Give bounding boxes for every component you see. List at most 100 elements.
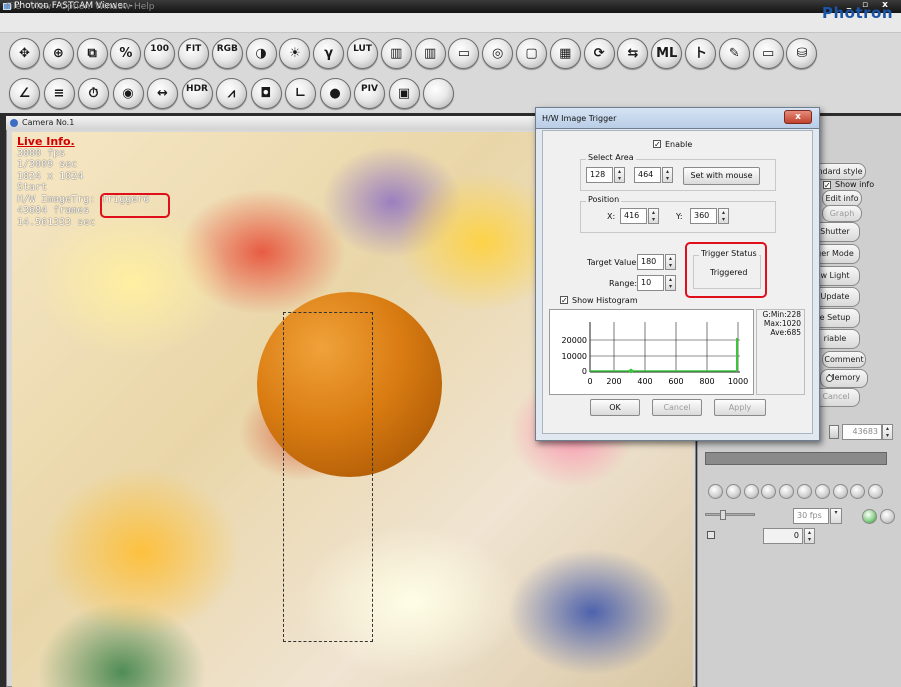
speed-slider[interactable] — [705, 513, 755, 516]
reset-bars-icon[interactable]: ▥ — [414, 38, 446, 69]
next-fast-icon[interactable] — [814, 484, 830, 499]
distance-icon[interactable]: ↔ — [147, 78, 178, 109]
standard-style-button[interactable]: ndard style — [814, 163, 866, 180]
refresh-icon[interactable]: ⟳ — [583, 38, 615, 69]
live-info-mode: Start — [17, 182, 48, 193]
prev-fast-icon[interactable] — [725, 484, 741, 499]
histogram-x-tick-800: 800 — [699, 377, 714, 386]
comment-button[interactable]: Comment — [822, 351, 866, 368]
display-icon[interactable]: ▭ — [752, 38, 784, 69]
last-frame-icon[interactable] — [832, 484, 848, 499]
range-label: Range: — [609, 279, 638, 288]
menu-window[interactable]: Window — [95, 2, 131, 12]
histogram-stats: G:Min:228 Max:1020 Ave:685 — [756, 309, 805, 395]
pen-icon[interactable]: ✎ — [718, 38, 750, 69]
histogram-x-tick-0: 0 — [587, 377, 592, 386]
frame-icon[interactable]: ▢ — [516, 38, 547, 69]
histogram-x-tick-1000: 1000 — [728, 377, 748, 386]
range-spinner[interactable]: ▴ ▾ — [665, 275, 676, 291]
angle-icon[interactable]: ∠ — [9, 78, 40, 109]
apply-button[interactable]: Apply — [714, 399, 766, 416]
frame-slider-thumb[interactable] — [829, 425, 839, 439]
range-field[interactable]: 10 — [637, 275, 664, 291]
enable-checkbox[interactable]: ✓ — [653, 140, 661, 149]
menu-help[interactable]: Help — [134, 2, 155, 12]
graph-icon[interactable]: ∟ — [285, 78, 316, 109]
select-area-label: Select Area — [586, 153, 636, 162]
piv-icon[interactable]: PIV — [354, 78, 385, 109]
pos-x-field[interactable]: 416 — [620, 208, 647, 224]
frame-spinner[interactable]: ▴ ▾ — [882, 424, 893, 440]
pos-x-label: X: — [607, 212, 616, 221]
dialog-title-bar: H/W Image Trigger — [535, 107, 820, 129]
lut-reset-icon[interactable]: LUT — [347, 38, 378, 69]
contrast-icon[interactable]: ◑ — [245, 38, 277, 69]
menu-view[interactable]: View — [30, 2, 51, 12]
ok-button[interactable]: OK — [590, 399, 640, 416]
offset-field[interactable]: 0 — [763, 528, 803, 544]
area-x-spinner[interactable]: ▴ ▾ — [614, 167, 625, 183]
clip-icon[interactable]: ⧉ — [76, 38, 108, 69]
trigger-area-rectangle[interactable] — [283, 312, 373, 642]
show-info-label: Show info — [835, 180, 875, 189]
pos-x-spinner[interactable]: ▴ ▾ — [648, 208, 659, 224]
zoom-100-icon[interactable]: 100 — [144, 38, 176, 69]
rgb-icon[interactable]: RGB — [211, 38, 243, 69]
camera-icon — [10, 119, 18, 127]
area-x-field[interactable]: 128 — [586, 167, 613, 183]
histogram-y-tick-20000: 20000 — [562, 336, 587, 345]
record-icon[interactable]: ◉ — [112, 78, 144, 109]
target-value-field[interactable]: 180 — [637, 254, 664, 270]
gamma-icon[interactable]: γ — [313, 38, 345, 69]
offset-spinner[interactable]: ▴ ▾ — [804, 528, 815, 544]
dot-icon[interactable]: ● — [319, 78, 351, 109]
pos-y-field[interactable]: 360 — [690, 208, 717, 224]
show-info-checkbox[interactable]: ✓ — [823, 181, 831, 190]
dialog-title: H/W Image Trigger — [542, 114, 617, 123]
loop-stop-icon[interactable] — [880, 509, 895, 524]
first-frame-icon[interactable] — [708, 484, 723, 499]
next-icon[interactable] — [797, 484, 812, 499]
fps-dropdown-arrow[interactable]: ▾ — [830, 508, 842, 524]
live-info-fps: 3000 fps — [17, 147, 66, 159]
playback-progress-bar[interactable] — [705, 452, 887, 465]
fit-icon[interactable]: FIT — [178, 38, 209, 69]
level-icon[interactable]: ≡ — [43, 78, 75, 109]
memory-radio[interactable] — [826, 375, 833, 382]
show-histogram-checkbox[interactable]: ✓ — [560, 296, 568, 305]
cancel-button[interactable]: Cancel — [652, 399, 702, 416]
set-with-mouse-button[interactable]: Set with mouse — [683, 167, 760, 185]
hdr-icon[interactable]: HDR — [181, 78, 213, 109]
timer-icon[interactable]: ⏱ — [78, 78, 109, 109]
pos-y-label: Y: — [676, 212, 683, 221]
show-histogram-label: Show Histogram — [572, 296, 638, 305]
loop-play-icon[interactable] — [862, 509, 877, 524]
target-value-spinner[interactable]: ▴ ▾ — [665, 254, 676, 270]
menu-option[interactable]: Option — [60, 2, 90, 12]
move-icon[interactable]: ✥ — [9, 38, 40, 69]
panel-icon[interactable]: ▣ — [388, 78, 420, 109]
pos-y-spinner[interactable]: ▴ ▾ — [718, 208, 729, 224]
camera-icon[interactable]: ◘ — [250, 78, 282, 109]
option-checkbox[interactable] — [707, 531, 715, 539]
zoom-icon[interactable]: ⊕ — [42, 38, 74, 69]
camera-title: Camera No.1 — [22, 118, 75, 127]
menu-file[interactable]: File — [6, 2, 21, 12]
multi-lock-icon[interactable]: ML — [651, 38, 683, 69]
speed-slider-thumb[interactable] — [720, 510, 726, 520]
stat-ave: Ave:685 — [770, 328, 801, 337]
trigger-icon[interactable]: ト — [685, 38, 716, 69]
triggerd-highlight-box — [100, 193, 170, 218]
area-y-field[interactable]: 464 — [634, 167, 661, 183]
area-y-spinner[interactable]: ▴ ▾ — [662, 167, 673, 183]
color-bars-icon[interactable]: ▥ — [380, 38, 412, 69]
frame-number-field[interactable]: 43683 — [842, 424, 882, 440]
graph-button[interactable]: Graph — [822, 205, 862, 222]
prev-icon[interactable] — [743, 484, 759, 499]
dialog-close-button[interactable]: x — [784, 110, 812, 124]
origin-icon[interactable]: ◎ — [482, 38, 514, 69]
multi-window-icon[interactable]: ▦ — [549, 38, 581, 69]
fps-select[interactable]: 30 fps — [793, 508, 829, 524]
blank-icon[interactable] — [423, 78, 454, 109]
waveform-icon[interactable]: ⩘ — [216, 78, 247, 109]
